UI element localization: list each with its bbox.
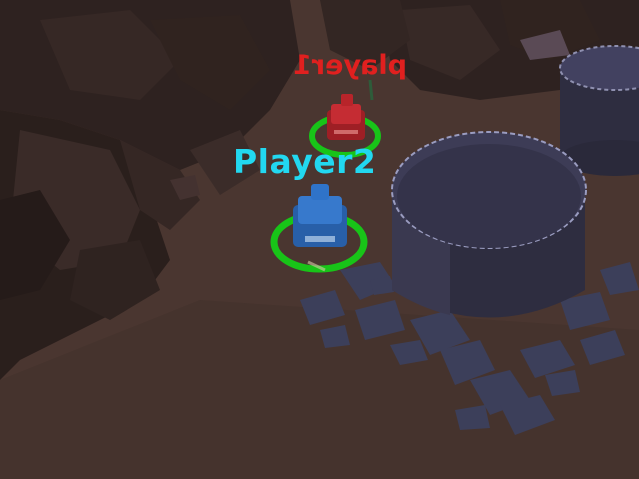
game-viewport[interactable]: player1 Player2: [0, 0, 639, 479]
player2-name-label: Player2: [233, 142, 377, 181]
storage-tank-far: [559, 45, 639, 176]
storage-tank-main: [391, 131, 587, 318]
player1-name-label: player1: [293, 50, 407, 81]
